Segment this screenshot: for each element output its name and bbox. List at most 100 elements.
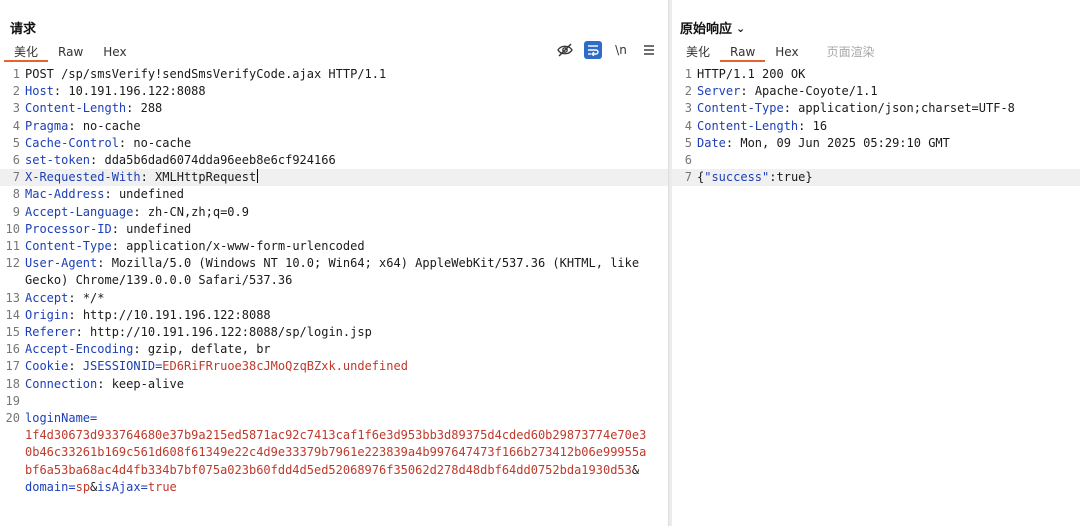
param-value: true xyxy=(147,479,177,494)
tab-hex[interactable]: Hex xyxy=(93,44,136,62)
header-key: Pragma xyxy=(25,118,69,133)
newline-icon[interactable]: \n xyxy=(612,41,630,59)
header-key: set-token xyxy=(25,153,91,168)
header-key: Referer xyxy=(25,325,76,340)
menu-icon[interactable] xyxy=(640,41,658,59)
code-line: 13 Accept: */* xyxy=(5,290,105,305)
editor-toolbar: \n xyxy=(556,40,658,60)
header-key: Content-Length xyxy=(697,118,799,133)
header-key: Accept xyxy=(25,290,69,305)
code-line-body: 7 {"success":true} xyxy=(672,169,1080,187)
json-key: "success" xyxy=(704,170,770,185)
header-key: Date xyxy=(697,135,726,150)
status-line: HTTP/1.1 200 OK xyxy=(697,67,806,81)
header-value: undefined xyxy=(118,187,184,202)
code-line: 18 Connection: keep-alive xyxy=(5,376,184,391)
response-title[interactable]: 原始响应 ⌄ xyxy=(680,18,745,37)
header-key: Connection xyxy=(25,376,98,391)
response-tabs: 美化 Raw Hex 页面渲染 xyxy=(676,44,885,64)
code-line: 19 xyxy=(5,393,20,408)
header-value: gzip, deflate, br xyxy=(147,342,271,357)
code-line: 1 HTTP/1.1 200 OK xyxy=(672,66,1080,83)
code-line: 3 Content-Type: application/json;charset=… xyxy=(684,101,1015,116)
header-value: XMLHttpRequest xyxy=(155,170,257,185)
header-value: no-cache xyxy=(82,118,141,133)
header-value: dda5b6dad6074dda96eeb8e6cf924166 xyxy=(104,153,336,168)
code-line: 8 Mac-Address: undefined xyxy=(12,187,184,202)
wrap-icon[interactable] xyxy=(584,41,602,59)
request-editor[interactable]: 1 POST /sp/smsVerify!sendSmsVerifyCode.aj… xyxy=(0,66,668,526)
tab-pretty[interactable]: 美化 xyxy=(4,44,49,62)
tab-render[interactable]: 页面渲染 xyxy=(817,44,885,62)
header-value: application/json;charset=UTF-8 xyxy=(798,101,1015,116)
tab-raw[interactable]: Raw xyxy=(720,44,766,62)
chevron-down-icon: ⌄ xyxy=(736,22,746,35)
header-key: Server xyxy=(697,84,741,99)
header-value: keep-alive xyxy=(111,376,184,391)
code-line: 3 Content-Length: 288 xyxy=(12,101,163,116)
request-tabs: 美化 Raw Hex xyxy=(4,44,137,64)
header-key: Host xyxy=(25,84,54,99)
header-key: Origin xyxy=(25,307,69,322)
code-line: 16 Accept-Encoding: gzip, deflate, br xyxy=(5,342,271,357)
header-key: Content-Length xyxy=(25,101,127,116)
header-key: Content-Type xyxy=(25,239,112,254)
header-key: Content-Type xyxy=(697,101,784,116)
header-value: http://10.191.196.122:8088 xyxy=(82,307,271,322)
code-line-body: 20 loginName= 1f4d30673d933764680e37b9a215… xyxy=(5,411,647,494)
param-value: sp xyxy=(75,479,91,494)
param-key: domain xyxy=(25,479,69,494)
header-value: */* xyxy=(82,290,105,305)
header-value: Apache-Coyote/1.1 xyxy=(754,84,878,99)
header-key: Cache-Control xyxy=(25,135,119,150)
response-editor[interactable]: 1 HTTP/1.1 200 OK 2 Server: Apache-Coyote/… xyxy=(672,66,1080,526)
header-key: Accept-Language xyxy=(25,204,134,219)
header-key: Mac-Address xyxy=(25,187,105,202)
code-line: 5 Cache-Control: no-cache xyxy=(12,135,192,150)
request-title: 请求 xyxy=(10,22,37,37)
header-key: Processor-ID xyxy=(25,221,112,236)
header-value: zh-CN,zh;q=0.9 xyxy=(147,204,249,219)
header-value: application/x-www-form-urlencoded xyxy=(126,239,365,254)
code-line: 4 Pragma: no-cache xyxy=(12,118,141,133)
code-line: 17 Cookie: JSESSIONID=ED6RiFRruoe38cJMoQz… xyxy=(5,359,408,374)
header-value: 10.191.196.122:8088 xyxy=(68,84,206,99)
header-value: 16 xyxy=(812,118,828,133)
code-line: 15 Referer: http://10.191.196.122:8088/sp… xyxy=(5,325,372,340)
code-line: 9 Accept-Language: zh-CN,zh;q=0.9 xyxy=(12,204,249,219)
text-caret xyxy=(257,169,259,184)
header-value: no-cache xyxy=(133,135,192,150)
code-line: 14 Origin: http://10.191.196.122:8088 xyxy=(5,307,271,322)
code-line: 1 POST /sp/smsVerify!sendSmsVerifyCode.aj… xyxy=(0,66,668,83)
header-key: Cookie xyxy=(25,359,69,374)
header-key: Accept-Encoding xyxy=(25,342,134,357)
tab-pretty[interactable]: 美化 xyxy=(676,44,720,62)
code-line: 2 Server: Apache-Coyote/1.1 xyxy=(684,84,878,99)
param-key: isAjax xyxy=(97,479,141,494)
tab-hex[interactable]: Hex xyxy=(765,44,808,62)
header-value: 288 xyxy=(140,101,163,116)
code-line: 5 Date: Mon, 09 Jun 2025 05:29:10 GMT xyxy=(684,135,950,150)
code-line: 10 Processor-ID: undefined xyxy=(5,221,192,236)
header-value: Mon, 09 Jun 2025 05:29:10 GMT xyxy=(740,135,950,150)
code-line-current: 7 X-Requested-With: XMLHttpRequest xyxy=(0,169,668,187)
code-line: 2 Host: 10.191.196.122:8088 xyxy=(12,84,206,99)
cookie-name: JSESSIONID xyxy=(82,359,156,374)
code-line: 12 User-Agent: Mozilla/5.0 (Windows NT 10… xyxy=(5,256,647,288)
code-line: 6 xyxy=(684,153,692,168)
header-key: X-Requested-With xyxy=(25,170,141,185)
code-line: 11 Content-Type: application/x-www-form-u… xyxy=(5,239,365,254)
cookie-value: ED6RiFRruoe38cJMoQzqBZxk.undefined xyxy=(162,359,408,374)
code-line: 6 set-token: dda5b6dad6074dda96eeb8e6cf92… xyxy=(12,153,336,168)
response-pane: 原始响应 ⌄ 美化 Raw Hex 页面渲染 1 HTTP/1.1 200 OK 2… xyxy=(672,0,1080,526)
code-line: 4 Content-Length: 16 xyxy=(684,118,828,133)
request-pane: 请求 美化 Raw Hex \n 1 POST /sp/smsVerify!sen… xyxy=(0,0,668,526)
header-value: http://10.191.196.122:8088/sp/login.jsp xyxy=(90,325,372,340)
request-line: POST /sp/smsVerify!sendSmsVerifyCode.aja… xyxy=(25,67,387,81)
hide-icon[interactable] xyxy=(556,41,574,59)
header-value: Mozilla/5.0 (Windows NT 10.0; Win64; x64… xyxy=(25,256,647,288)
tab-raw[interactable]: Raw xyxy=(48,44,93,62)
header-key: User-Agent xyxy=(25,256,98,271)
header-value: undefined xyxy=(126,221,192,236)
param-key: loginName xyxy=(25,411,91,426)
